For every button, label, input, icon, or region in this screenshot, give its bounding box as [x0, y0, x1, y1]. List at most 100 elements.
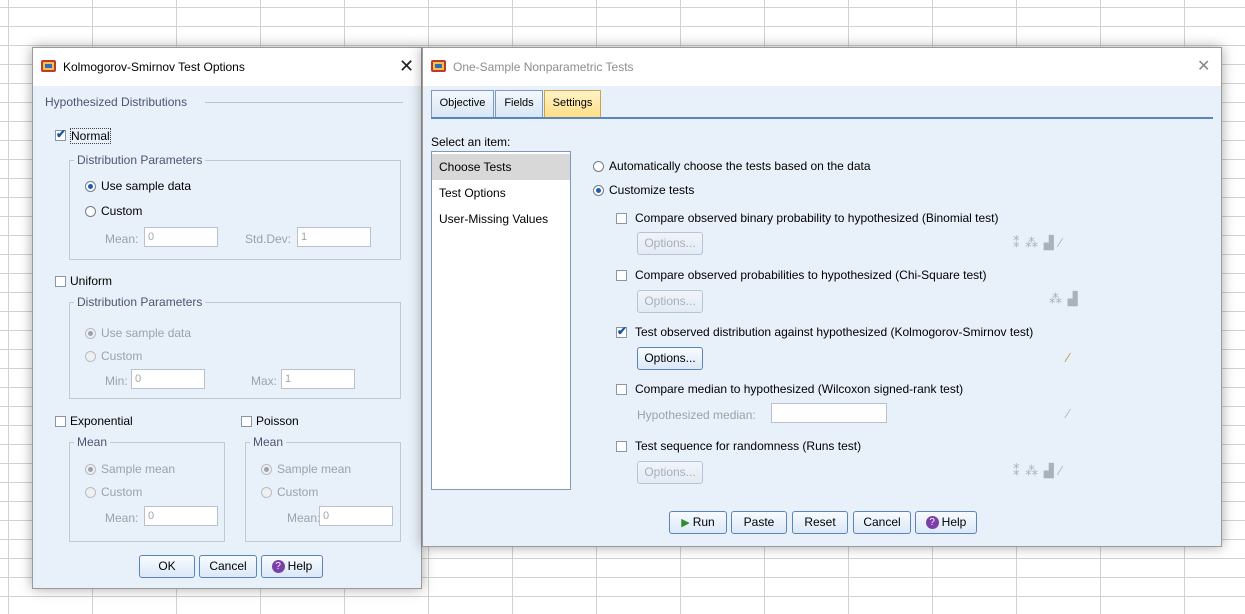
poisson-sample-mean-radio[interactable] — [261, 464, 272, 475]
uniform-custom-radio[interactable] — [85, 351, 96, 362]
close-icon[interactable]: ✕ — [1197, 56, 1210, 76]
item-list: Choose Tests Test Options User-Missing V… — [431, 151, 571, 490]
runs-test-label: Test sequence for randomness (Runs test) — [635, 439, 862, 453]
uniform-use-sample-radio[interactable] — [85, 328, 96, 339]
help-label: Help — [287, 559, 313, 573]
run-button[interactable]: ▶ Run — [669, 511, 727, 534]
binomial-test-checkbox[interactable] — [616, 213, 627, 224]
help-button[interactable]: ? Help — [915, 511, 977, 534]
binomial-options-button[interactable]: Options... — [637, 232, 703, 255]
wilcoxon-measurement-icon: ⁄ — [1067, 406, 1071, 421]
runs-measurement-icons: ⁑ ⁂ ▟ ⁄ — [1013, 463, 1063, 478]
normal-checkbox[interactable] — [55, 127, 66, 141]
chi-square-measurement-icons: ⁂ ▟ — [1049, 291, 1079, 306]
normal-use-sample-radio[interactable] — [85, 181, 96, 192]
help-icon: ? — [271, 560, 285, 574]
wilcoxon-test-label: Compare median to hypothesized (Wilcoxon… — [635, 382, 964, 396]
hypothesized-median-field[interactable] — [771, 403, 887, 423]
normal-custom-radio[interactable] — [85, 206, 96, 217]
list-item-choose-tests[interactable]: Choose Tests — [432, 154, 570, 180]
normal-stddev-field[interactable]: 1 — [297, 227, 371, 247]
header-divider — [205, 102, 403, 103]
hypothesized-distributions-header: Hypothesized Distributions — [45, 95, 188, 109]
normal-mean-field[interactable]: 0 — [144, 227, 218, 247]
ks-dialog-title: Kolmogorov-Smirnov Test Options — [63, 60, 245, 74]
uniform-group-label: Distribution Parameters — [74, 295, 206, 309]
wilcoxon-test-checkbox[interactable] — [616, 384, 627, 395]
exponential-sample-mean-label: Sample mean — [101, 462, 176, 476]
poisson-mean-field[interactable]: 0 — [319, 506, 393, 526]
uniform-max-field[interactable]: 1 — [281, 369, 355, 389]
auto-choose-radio[interactable] — [593, 161, 604, 172]
main-titlebar: One-Sample Nonparametric Tests ✕ — [423, 48, 1221, 86]
normal-label: Normal — [70, 128, 111, 144]
cancel-button[interactable]: Cancel — [853, 511, 911, 534]
poisson-custom-radio[interactable] — [261, 487, 272, 498]
exponential-custom-label: Custom — [101, 485, 143, 499]
exponential-sample-mean-radio[interactable] — [85, 464, 96, 475]
main-dialog-title: One-Sample Nonparametric Tests — [453, 60, 634, 74]
binomial-test-label: Compare observed binary probability to h… — [635, 211, 999, 225]
normal-stddev-label: Std.Dev: — [245, 232, 292, 246]
tab-fields[interactable]: Fields — [495, 90, 543, 117]
chi-square-options-button[interactable]: Options... — [637, 290, 703, 313]
uniform-max-label: Max: — [251, 374, 278, 388]
poisson-group-label: Mean — [250, 435, 287, 449]
uniform-label: Uniform — [70, 274, 113, 288]
run-label: Run — [692, 515, 715, 529]
customize-tests-radio[interactable] — [593, 185, 604, 196]
uniform-min-label: Min: — [105, 374, 128, 388]
cancel-button[interactable]: Cancel — [199, 555, 257, 578]
runs-test-checkbox[interactable] — [616, 441, 627, 452]
ks-options-dialog: Kolmogorov-Smirnov Test Options ✕ Hypoth… — [32, 47, 422, 589]
ks-test-checkbox[interactable] — [616, 324, 627, 338]
help-icon: ? — [925, 516, 939, 530]
run-icon: ▶ — [681, 517, 690, 529]
ks-dialog-body: Hypothesized Distributions Normal Distri… — [33, 86, 421, 588]
close-icon[interactable]: ✕ — [399, 56, 414, 77]
tab-underline — [431, 117, 1213, 119]
tab-settings[interactable]: Settings — [544, 90, 601, 117]
exponential-group-label: Mean — [74, 435, 111, 449]
spss-app-icon — [431, 60, 446, 72]
auto-choose-label: Automatically choose the tests based on … — [609, 159, 871, 173]
exponential-label: Exponential — [70, 414, 133, 428]
help-button[interactable]: ? Help — [261, 555, 323, 578]
binomial-measurement-icons: ⁑ ⁂ ▟ ⁄ — [1013, 235, 1063, 250]
chi-square-test-checkbox[interactable] — [616, 270, 627, 281]
exponential-mean-label: Mean: — [105, 511, 139, 525]
spss-app-icon — [41, 60, 56, 72]
list-item-test-options[interactable]: Test Options — [432, 180, 570, 206]
main-dialog-body: Objective Fields Settings Select an item… — [423, 86, 1221, 546]
reset-button[interactable]: Reset — [792, 511, 848, 534]
runs-options-button[interactable]: Options... — [637, 461, 703, 484]
poisson-mean-label: Mean: — [287, 511, 321, 525]
ks-titlebar: Kolmogorov-Smirnov Test Options ✕ — [33, 48, 421, 86]
normal-mean-label: Mean: — [105, 232, 139, 246]
normal-custom-label: Custom — [101, 204, 143, 218]
chi-square-test-label: Compare observed probabilities to hypoth… — [635, 268, 987, 282]
tab-objective[interactable]: Objective — [431, 90, 494, 117]
poisson-checkbox[interactable] — [241, 416, 252, 427]
customize-tests-label: Customize tests — [609, 183, 695, 197]
help-label: Help — [941, 515, 967, 529]
exponential-mean-field[interactable]: 0 — [144, 506, 218, 526]
normal-use-sample-label: Use sample data — [101, 179, 192, 193]
ks-options-button[interactable]: Options... — [637, 347, 703, 370]
ok-button[interactable]: OK — [139, 555, 195, 578]
ks-measurement-icon: ⁄ — [1067, 350, 1071, 365]
uniform-min-field[interactable]: 0 — [131, 369, 205, 389]
exponential-checkbox[interactable] — [55, 416, 66, 427]
uniform-use-sample-label: Use sample data — [101, 326, 192, 340]
uniform-custom-label: Custom — [101, 349, 143, 363]
poisson-label: Poisson — [256, 414, 299, 428]
poisson-sample-mean-label: Sample mean — [277, 462, 352, 476]
select-item-label: Select an item: — [431, 135, 511, 149]
paste-button[interactable]: Paste — [731, 511, 787, 534]
list-item-user-missing-values[interactable]: User-Missing Values — [432, 206, 570, 232]
uniform-checkbox[interactable] — [55, 276, 66, 287]
ks-test-label: Test observed distribution against hypot… — [635, 325, 1034, 339]
exponential-custom-radio[interactable] — [85, 487, 96, 498]
one-sample-tests-dialog: One-Sample Nonparametric Tests ✕ Objecti… — [422, 47, 1222, 547]
tab-strip: Objective Fields Settings — [431, 90, 1211, 117]
